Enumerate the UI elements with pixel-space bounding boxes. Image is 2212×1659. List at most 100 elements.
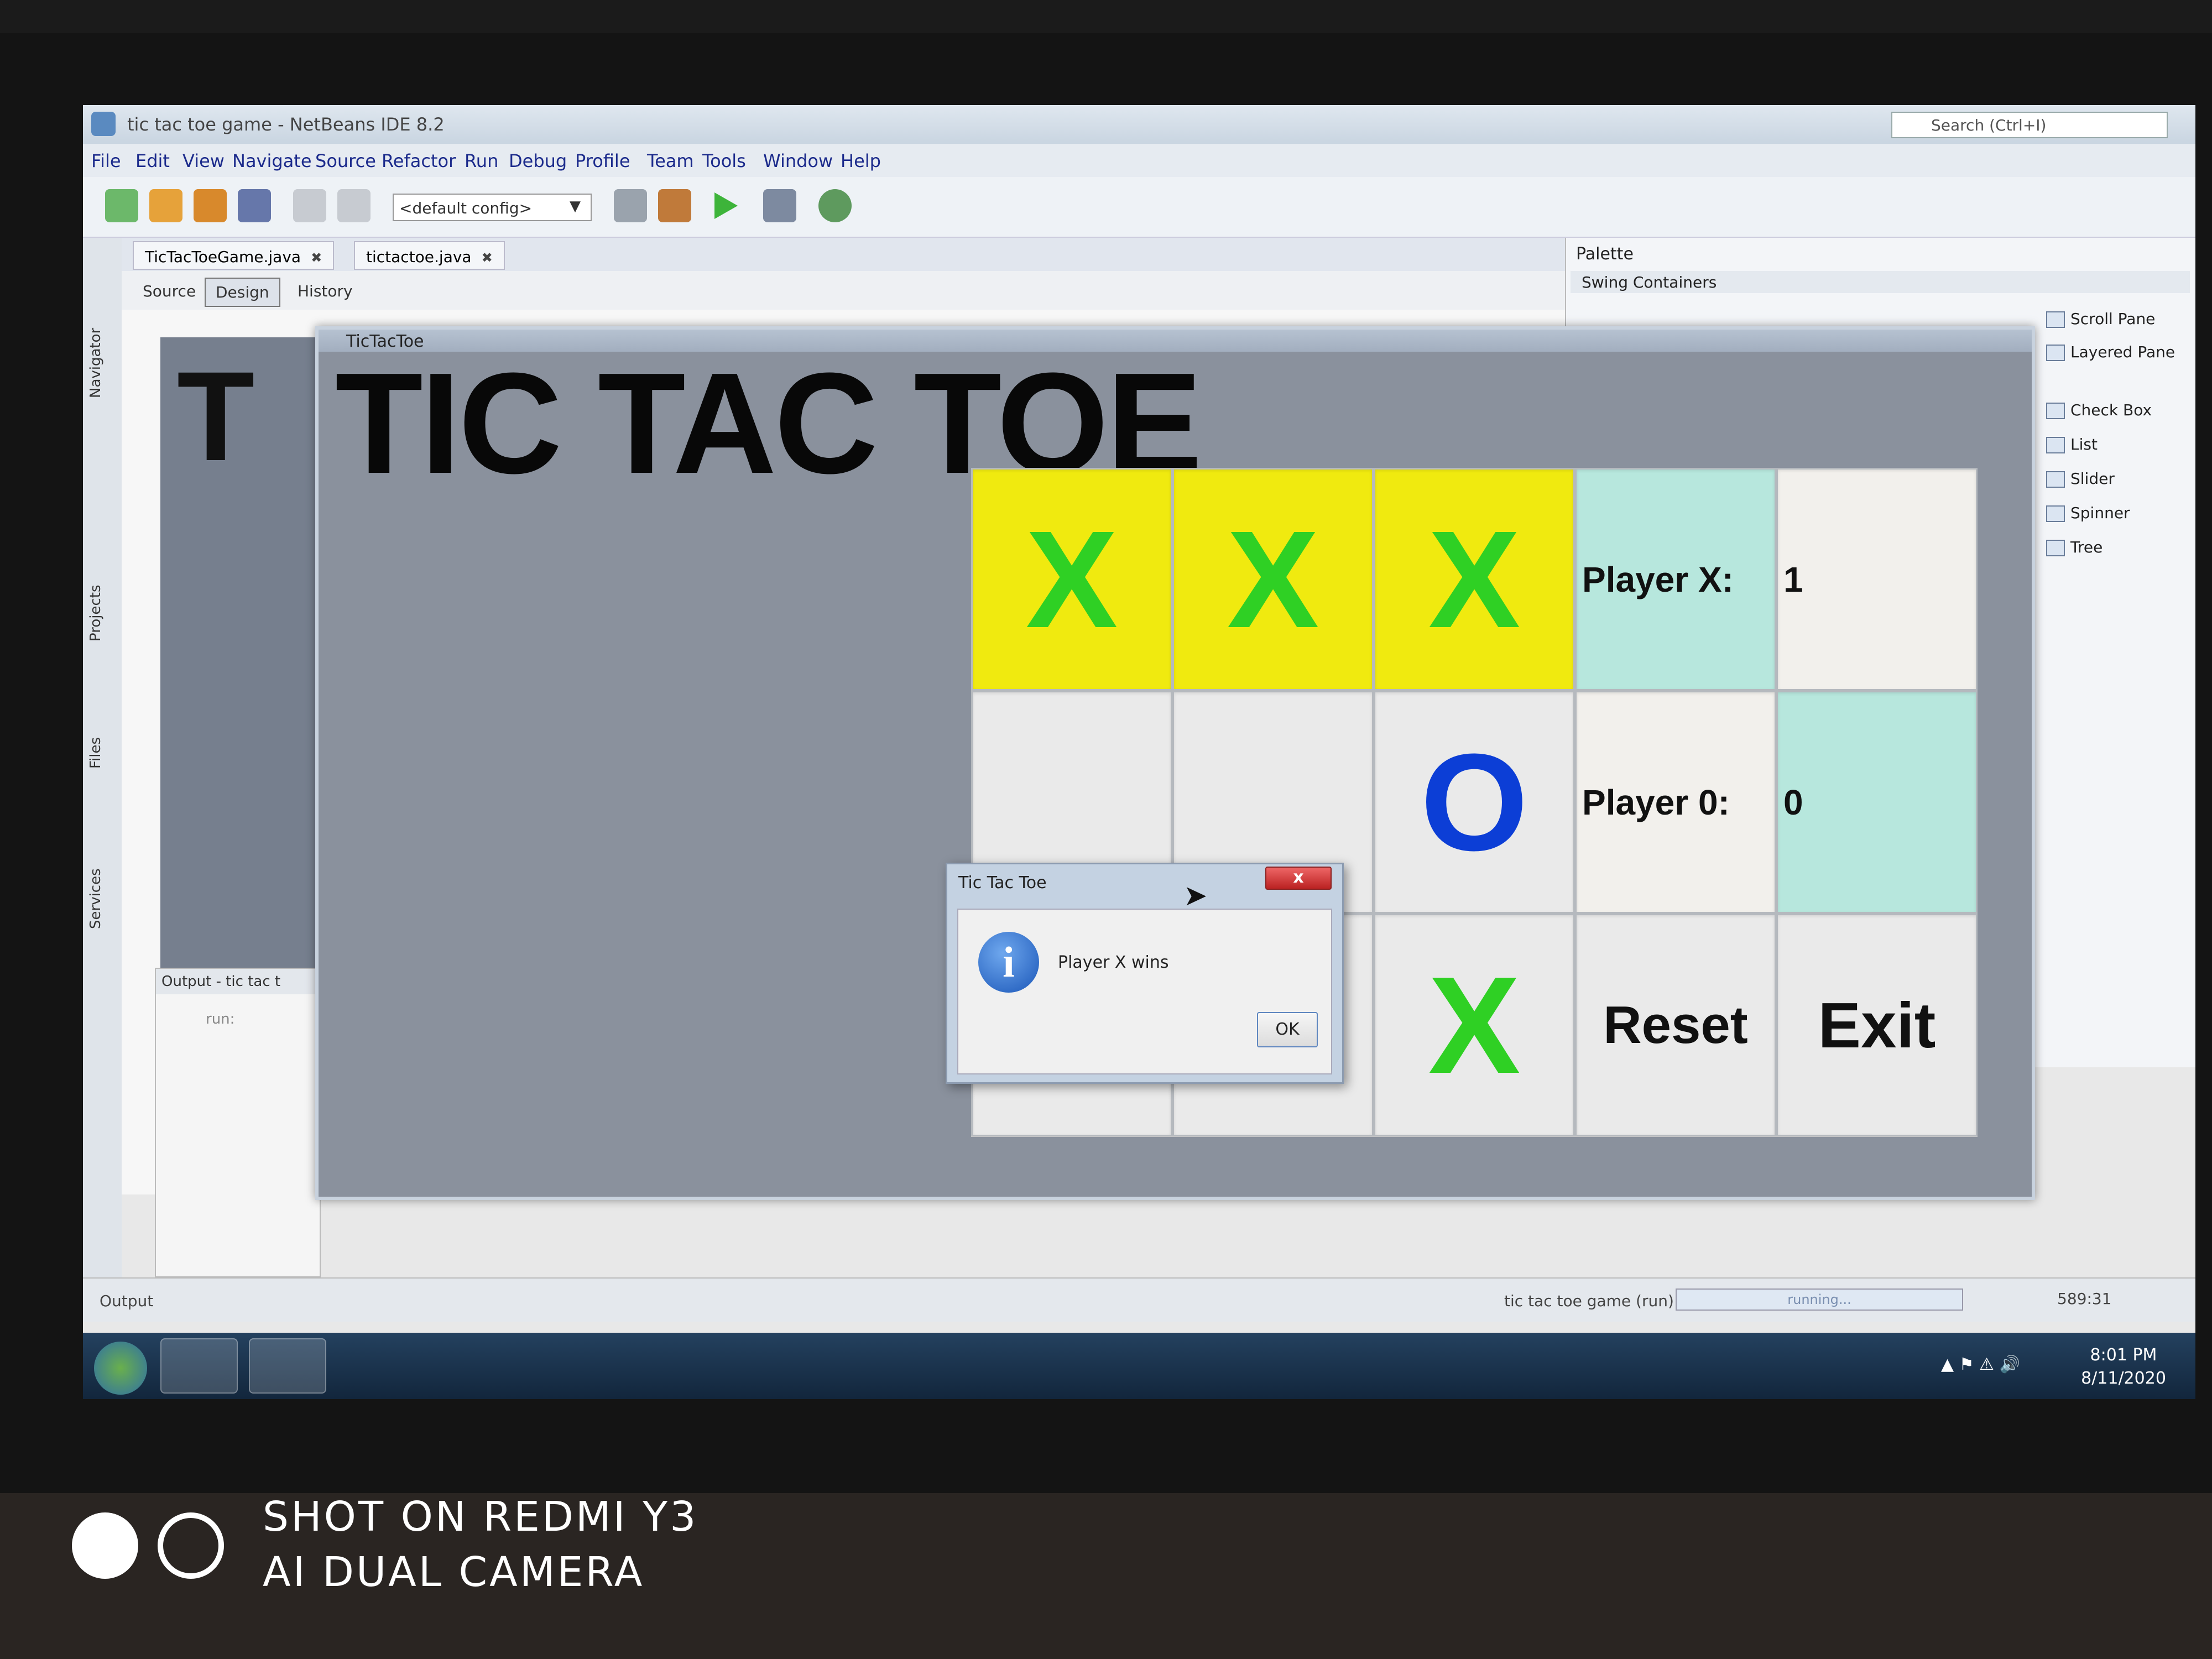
tab-label: tictactoe.java — [366, 248, 472, 266]
close-icon[interactable]: ✖ — [482, 250, 493, 265]
build-icon[interactable] — [614, 189, 647, 222]
menu-window[interactable]: Window — [763, 150, 833, 171]
win-dialog: Tic Tac Toe x i Player X wins OK — [946, 863, 1344, 1084]
profile-icon[interactable] — [818, 189, 852, 222]
system-tray-icons[interactable]: ▲ ⚑ ⚠ 🔊 — [1941, 1355, 2020, 1374]
scroll-pane-icon — [2046, 311, 2065, 328]
tab-tictactoegame-java[interactable]: TicTacToeGame.java ✖ — [133, 241, 335, 270]
side-tab-strip: Navigator Projects Files Services — [83, 238, 122, 1288]
tab-services[interactable]: Services — [87, 868, 104, 929]
new-project-icon[interactable] — [149, 189, 182, 222]
watermark-line1: SHOT ON REDMI Y3 — [263, 1493, 698, 1541]
editor-subtabs: Source Design History — [122, 271, 1659, 310]
menu-profile[interactable]: Profile — [575, 150, 630, 171]
tab-design[interactable]: Design — [205, 278, 280, 307]
slider-icon — [2046, 471, 2065, 488]
dialog-close-button[interactable]: x — [1265, 867, 1332, 890]
menubar: File Edit View Navigate Source Refactor … — [83, 144, 2195, 177]
player-o-label: Player 0: — [1575, 691, 1776, 914]
chevron-down-icon[interactable]: ▼ — [570, 198, 581, 215]
palette-item-spinner[interactable]: Spinner — [2046, 504, 2130, 522]
palette-section-swing-containers[interactable]: Swing Containers — [1571, 271, 2190, 293]
tab-projects[interactable]: Projects — [87, 585, 104, 641]
dialog-message: Player X wins — [1058, 953, 1169, 972]
spinner-icon — [2046, 505, 2065, 522]
dialog-title: Tic Tac Toe — [958, 873, 1047, 893]
tab-navigator[interactable]: Navigator — [87, 328, 104, 398]
taskbar-clock[interactable]: 8:01 PM 8/11/2020 — [2063, 1344, 2184, 1390]
ide-title: tic tac toe game - NetBeans IDE 8.2 — [127, 114, 445, 135]
menu-view[interactable]: View — [182, 150, 225, 171]
player-o-score: 0 — [1776, 691, 1978, 914]
cell-0-0[interactable]: X — [971, 468, 1172, 691]
tab-files[interactable]: Files — [87, 737, 104, 769]
undo-icon[interactable] — [293, 189, 326, 222]
menu-edit[interactable]: Edit — [135, 150, 170, 171]
menu-file[interactable]: File — [91, 150, 121, 171]
run-icon[interactable] — [714, 192, 738, 219]
watermark-line2: AI DUAL CAMERA — [263, 1548, 645, 1596]
cell-1-2[interactable]: O — [1374, 691, 1575, 914]
check-box-icon — [2046, 403, 2065, 419]
cell-2-2[interactable]: X — [1374, 914, 1575, 1136]
menu-team[interactable]: Team — [647, 150, 694, 171]
new-file-icon[interactable] — [105, 189, 138, 222]
clock-time: 8:01 PM — [2090, 1345, 2157, 1365]
watermark-ring — [158, 1512, 224, 1579]
output-line: run: — [206, 1011, 235, 1027]
tab-source[interactable]: Source — [133, 278, 206, 305]
menu-navigate[interactable]: Navigate — [232, 150, 312, 171]
cell-0-2[interactable]: X — [1374, 468, 1575, 691]
netbeans-icon — [91, 112, 116, 136]
progress-bar: running... — [1676, 1288, 1963, 1311]
x-mark: X — [1428, 502, 1521, 656]
palette-item-list[interactable]: List — [2046, 435, 2098, 453]
menu-run[interactable]: Run — [465, 150, 498, 171]
ide-titlebar: tic tac toe game - NetBeans IDE 8.2 ⚲ Se… — [83, 105, 2195, 144]
menu-source[interactable]: Source — [315, 150, 376, 171]
output-tab[interactable]: Output — [100, 1292, 153, 1310]
dialog-body: i Player X wins OK — [957, 909, 1332, 1074]
menu-refactor[interactable]: Refactor — [382, 150, 456, 171]
open-project-icon[interactable] — [194, 189, 227, 222]
save-all-icon[interactable] — [238, 189, 271, 222]
config-select[interactable]: <default config> — [393, 194, 592, 221]
cell-0-1[interactable]: X — [1172, 468, 1374, 691]
reset-button[interactable]: Reset — [1575, 914, 1776, 1136]
output-title: Output - tic tac t — [156, 969, 320, 994]
tab-label: TicTacToeGame.java — [145, 248, 301, 266]
redo-icon[interactable] — [337, 189, 371, 222]
designer-title-preview: T — [177, 345, 255, 487]
tree-icon — [2046, 540, 2065, 556]
mouse-cursor-icon: ➤ — [1183, 879, 1208, 912]
player-x-score: 1 — [1776, 468, 1978, 691]
editor-tabs: TicTacToeGame.java ✖ tictactoe.java ✖ — [122, 238, 1659, 271]
menu-tools[interactable]: Tools — [702, 150, 746, 171]
watermark-dot — [72, 1512, 138, 1579]
tab-tictactoe-java[interactable]: tictactoe.java ✖ — [354, 241, 505, 270]
palette-item-check-box[interactable]: Check Box — [2046, 401, 2152, 419]
screen: tic tac toe game - NetBeans IDE 8.2 ⚲ Se… — [83, 105, 2195, 1399]
palette-item-scroll-pane[interactable]: Scroll Pane — [2046, 310, 2155, 328]
status-bar: Output tic tac toe game (run) running...… — [83, 1277, 2195, 1322]
debug-icon[interactable] — [763, 189, 796, 222]
close-icon[interactable]: ✖ — [311, 250, 322, 265]
taskbar-netbeans-icon[interactable] — [160, 1338, 238, 1394]
menu-debug[interactable]: Debug — [509, 150, 567, 171]
x-mark: X — [1025, 502, 1118, 656]
ok-button[interactable]: OK — [1257, 1012, 1318, 1047]
list-icon — [2046, 437, 2065, 453]
start-button[interactable] — [94, 1342, 147, 1395]
clean-build-icon[interactable] — [658, 189, 691, 222]
palette-title: Palette — [1576, 244, 1634, 264]
search-input[interactable]: Search (Ctrl+I) — [1891, 112, 2168, 138]
menu-help[interactable]: Help — [841, 150, 881, 171]
taskbar-java-icon[interactable] — [249, 1338, 326, 1394]
palette-item-slider[interactable]: Slider — [2046, 469, 2115, 488]
palette-item-layered-pane[interactable]: Layered Pane — [2046, 343, 2175, 361]
exit-button[interactable]: Exit — [1776, 914, 1978, 1136]
tab-history[interactable]: History — [288, 278, 363, 305]
output-panel: Output - tic tac t run: — [155, 968, 321, 1277]
palette-item-tree[interactable]: Tree — [2046, 538, 2103, 556]
layered-pane-icon — [2046, 345, 2065, 361]
